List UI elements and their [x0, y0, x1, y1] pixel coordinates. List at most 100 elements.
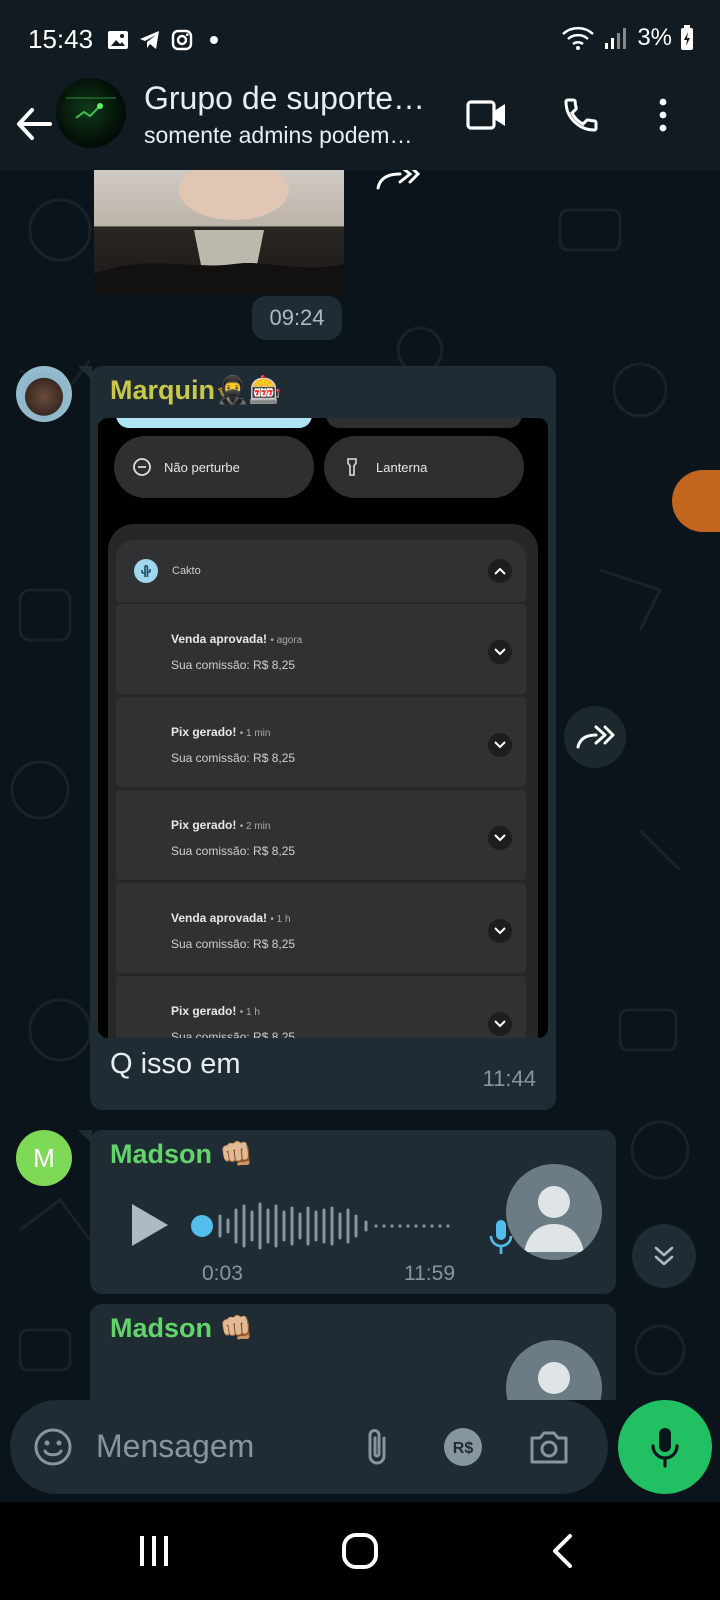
notification-title: Pix gerado!: [171, 818, 237, 832]
chat-area[interactable]: 09:24 Marquin🥷🎰 Não perturbe Lanterna Ca…: [0, 170, 720, 1400]
expand-icon: [488, 826, 512, 850]
quick-tile-label: Não perturbe: [164, 459, 240, 475]
notification-age: • 1 h: [239, 1007, 260, 1018]
play-icon[interactable]: [128, 1200, 172, 1250]
message-text: Q isso em: [110, 1048, 241, 1080]
notification-item: Venda aprovada! • agora Sua comissão: R$…: [116, 604, 526, 694]
recent-apps-icon: [140, 1536, 168, 1566]
quick-tile-label: Lanterna: [376, 459, 428, 475]
notification-item: Venda aprovada! • 1 h Sua comissão: R$ 8…: [116, 883, 526, 973]
payment-icon: R$: [444, 1428, 482, 1466]
emoji-button[interactable]: [28, 1422, 78, 1472]
notification-age: • 1 h: [270, 914, 291, 925]
back-button[interactable]: [14, 94, 54, 154]
sender-name: Madson 👊🏼: [110, 1139, 254, 1169]
notification-title: Pix gerado!: [171, 725, 237, 739]
back-chevron-icon: [553, 1534, 572, 1568]
home-button[interactable]: [330, 1526, 390, 1576]
camera-button[interactable]: [524, 1422, 574, 1472]
app-icon: [134, 559, 158, 583]
notification-body: Sua comissão: R$ 8,25: [171, 937, 296, 951]
notification-age: • agora: [270, 635, 303, 646]
voice-message-bubble[interactable]: Madson 👊🏼 0:03 11:59: [78, 1130, 616, 1294]
message-input[interactable]: Mensagem: [96, 1428, 254, 1465]
forward-icon[interactable]: [372, 170, 422, 194]
avatar[interactable]: [16, 366, 72, 422]
wifi-icon: [562, 26, 595, 50]
message-bubble[interactable]: Madson 👊🏼: [90, 1304, 616, 1400]
screenshot-image[interactable]: Não perturbe Lanterna Cakto Venda aprova…: [98, 418, 548, 1038]
sender-name: Marquin🥷🎰: [110, 375, 283, 405]
status-time: 15:43: [28, 24, 94, 54]
voice-record-button[interactable]: [618, 1400, 712, 1494]
status-bar: 15:43 3%: [0, 0, 720, 80]
notification-panel: Cakto Venda aprovada! • agora Sua comiss…: [108, 524, 538, 1038]
mic-icon: [651, 1428, 679, 1468]
avatar[interactable]: M: [16, 1130, 72, 1186]
emoji-icon: [34, 1428, 72, 1466]
collapse-icon: [488, 559, 512, 583]
attach-button[interactable]: [352, 1422, 402, 1472]
battery-percent: 3%: [637, 24, 672, 51]
notification-body: Sua comissão: R$ 8,25: [171, 1030, 296, 1038]
more-options-button[interactable]: [638, 90, 688, 140]
instagram-icon: [171, 29, 193, 51]
flashlight-icon: [347, 458, 357, 476]
quick-tile: Lanterna: [324, 436, 524, 498]
notification-age: • 2 min: [239, 821, 271, 832]
telegram-icon: [140, 31, 159, 49]
status-right: 3%: [561, 24, 694, 52]
notification-item: Pix gerado! • 1 h Sua comissão: R$ 8,25: [116, 976, 526, 1038]
app-name: Cakto: [172, 565, 201, 577]
message-time: 11:44: [482, 1066, 536, 1091]
battery-charging-icon: [681, 25, 693, 50]
voice-duration: 0:03: [202, 1262, 243, 1285]
signal-icon: [605, 28, 627, 49]
notification-title: Pix gerado!: [171, 1004, 237, 1018]
do-not-disturb-icon: [133, 458, 151, 476]
default-avatar-icon: [524, 1186, 584, 1252]
shared-image[interactable]: [94, 170, 344, 294]
double-chevron-down-icon: [654, 1246, 674, 1266]
system-nav-bar: [0, 1502, 720, 1600]
voice-call-button[interactable]: [556, 90, 606, 140]
notification-title: Venda aprovada!: [171, 632, 268, 646]
voice-sender-avatar: [506, 1164, 602, 1260]
system-back-button[interactable]: [532, 1526, 592, 1576]
group-subtitle: somente admins podem…: [144, 122, 413, 148]
notification-body: Sua comissão: R$ 8,25: [171, 751, 296, 765]
group-title: Grupo de suporte…: [144, 80, 426, 116]
svg-text:R$: R$: [453, 1440, 474, 1457]
dot-icon: [210, 36, 218, 44]
expand-icon: [488, 733, 512, 757]
message-time-chip: 09:24: [252, 296, 342, 340]
expand-icon: [488, 919, 512, 943]
group-avatar[interactable]: [56, 78, 126, 148]
mic-badge-icon: [489, 1220, 513, 1254]
scroll-to-bottom-button[interactable]: [632, 1224, 696, 1288]
message-time: 11:59: [404, 1262, 455, 1285]
status-left-icons: [106, 28, 226, 52]
notification-body: Sua comissão: R$ 8,25: [171, 658, 296, 672]
notification-body: Sua comissão: R$ 8,25: [171, 844, 296, 858]
expand-icon: [488, 640, 512, 664]
video-call-button[interactable]: [462, 90, 512, 140]
expand-icon: [488, 1012, 512, 1036]
notification-item: Pix gerado! • 2 min Sua comissão: R$ 8,2…: [116, 790, 526, 880]
video-call-icon: [466, 100, 505, 130]
default-avatar-icon: [538, 1362, 570, 1394]
recent-apps-button[interactable]: [124, 1526, 184, 1576]
message-bubble[interactable]: Marquin🥷🎰 Não perturbe Lanterna Cakto Ve…: [78, 366, 556, 1110]
notification-title: Venda aprovada!: [171, 911, 268, 925]
notification-item: Pix gerado! • 1 min Sua comissão: R$ 8,2…: [116, 697, 526, 787]
forward-button[interactable]: [564, 706, 626, 768]
notification-age: • 1 min: [239, 728, 271, 739]
payment-button[interactable]: R$: [438, 1422, 488, 1472]
voice-sender-avatar: [506, 1340, 602, 1400]
more-vertical-icon: [659, 98, 667, 132]
message-composer[interactable]: Mensagem R$: [10, 1400, 608, 1494]
back-arrow-icon: [17, 108, 52, 140]
notification-header: Cakto: [116, 540, 526, 602]
waveform[interactable]: [188, 1196, 464, 1256]
sender-name: Madson 👊🏼: [110, 1313, 254, 1343]
